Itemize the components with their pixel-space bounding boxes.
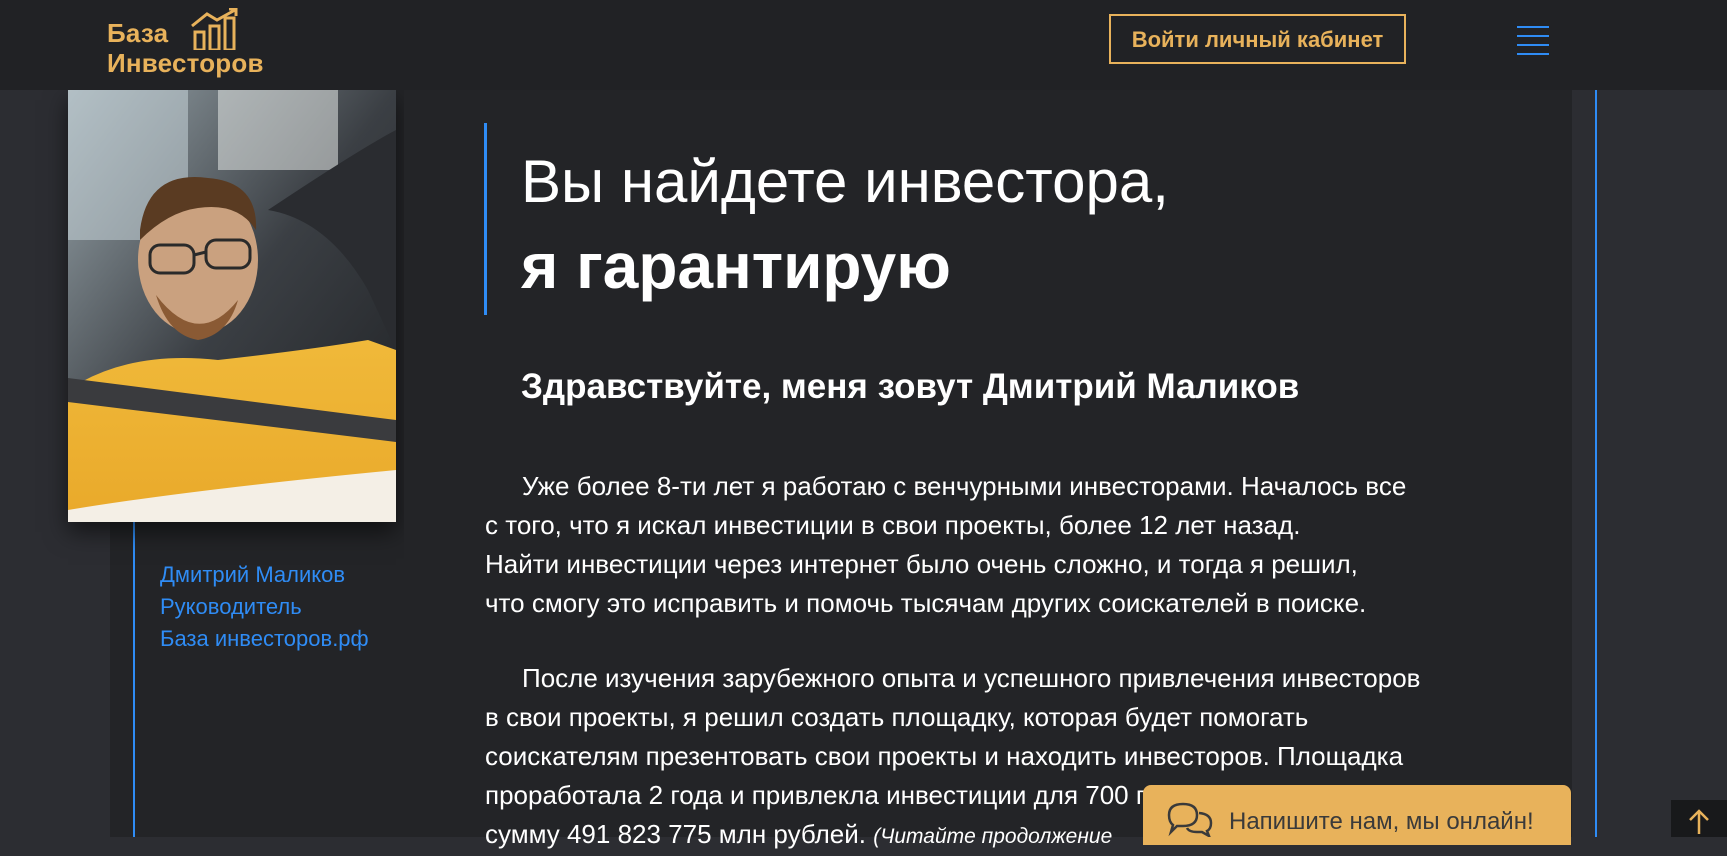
headline-accent-bar	[484, 123, 487, 315]
site-header: База Инвесторов Войти личный кабинет	[0, 0, 1727, 90]
login-button[interactable]: Войти личный кабинет	[1109, 14, 1406, 64]
logo-line2: Инвесторов	[107, 48, 264, 78]
arrow-up-icon	[1689, 809, 1709, 834]
sidebar-divider	[133, 520, 135, 837]
paragraph-line: с того, что я искал инвестиции в свои пр…	[485, 510, 1301, 540]
paragraph-line: После изучения зарубежного опыта и успеш…	[522, 663, 1421, 693]
paragraph-line: в свои проекты, я решил создать площадку…	[485, 702, 1309, 732]
growth-chart-icon	[191, 8, 238, 50]
profile-site[interactable]: База инвесторов.рф	[160, 623, 390, 655]
paragraph-line: Уже более 8-ти лет я работаю с венчурным…	[522, 471, 1407, 501]
profile-role: Руководитель	[160, 594, 302, 619]
chat-label: Напишите нам, мы онлайн!	[1229, 808, 1534, 835]
profile-name[interactable]: Дмитрий Маликов	[160, 559, 390, 591]
site-logo[interactable]: База Инвесторов	[107, 8, 287, 78]
right-divider	[1595, 90, 1597, 837]
page-headline: Вы найдете инвестора, я гарантирую	[521, 140, 1521, 308]
chat-bubbles-icon	[1167, 802, 1213, 837]
headline-line1: Вы найдете инвестора,	[521, 148, 1169, 215]
paragraph-line: что смогу это исправить и помочь тысячам…	[485, 588, 1367, 618]
chat-widget-button[interactable]: Напишите нам, мы онлайн!	[1143, 785, 1571, 845]
paragraph-line: соискателям презентовать свои проекты и …	[485, 741, 1404, 771]
intro-paragraph: Уже более 8-ти лет я работаю с венчурным…	[485, 467, 1545, 623]
scroll-to-top-button[interactable]	[1671, 800, 1727, 837]
profile-caption: Дмитрий Маликов Руководитель База инвест…	[160, 559, 390, 655]
paragraph-line: Найти инвестиции через интернет было оче…	[485, 549, 1358, 579]
greeting-heading: Здравствуйте, меня зовут Дмитрий Маликов	[521, 367, 1300, 406]
headline-line2: я гарантирую	[521, 230, 951, 302]
hamburger-menu-icon[interactable]	[1517, 26, 1549, 56]
paragraph-text: сумму 491 823 775 млн рублей.	[485, 819, 866, 849]
profile-photo	[68, 90, 396, 522]
